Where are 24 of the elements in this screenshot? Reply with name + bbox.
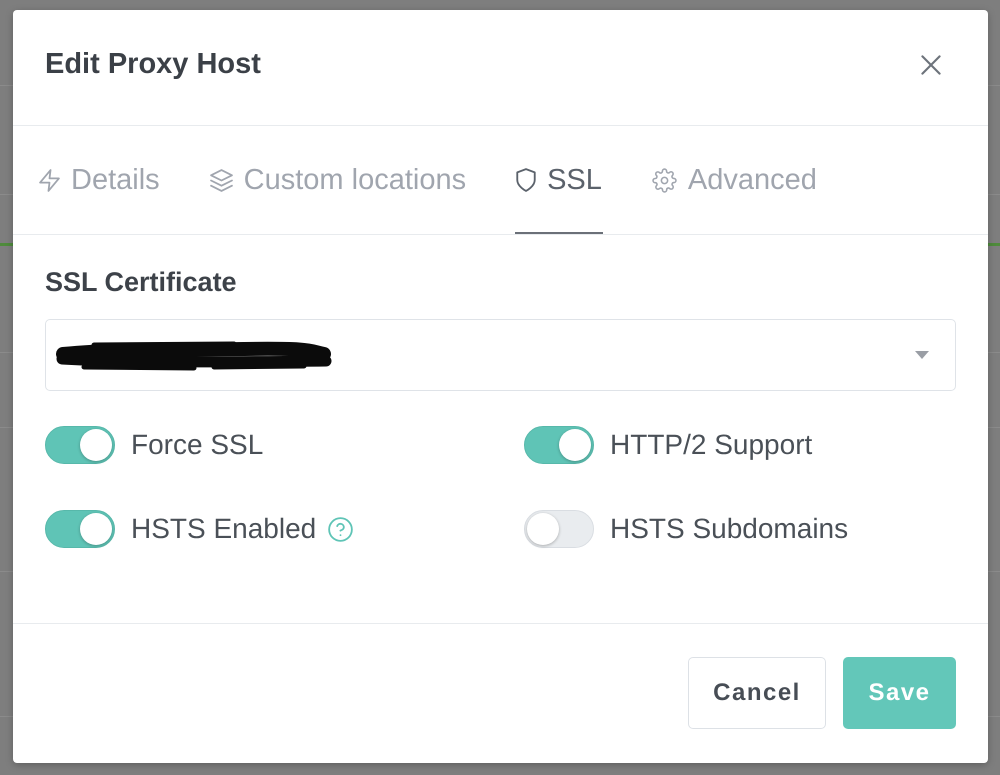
layers-icon bbox=[210, 168, 233, 192]
tab[interactable]: Details bbox=[38, 126, 161, 234]
toggle-switch[interactable] bbox=[45, 510, 115, 548]
gear-icon bbox=[652, 168, 677, 192]
option-label: HTTP/2 Support bbox=[610, 429, 812, 462]
lightning-icon bbox=[39, 168, 60, 192]
option-label: Force SSL bbox=[131, 429, 264, 462]
tab[interactable]: Advanced bbox=[650, 126, 818, 234]
toggle-switch[interactable] bbox=[45, 426, 115, 464]
cancel-button[interactable]: Cancel bbox=[688, 657, 826, 729]
toggle-switch[interactable] bbox=[524, 426, 594, 464]
shield-icon bbox=[516, 168, 536, 192]
close-icon bbox=[921, 54, 941, 74]
field-label: SSL Certificate bbox=[45, 266, 237, 298]
save-button[interactable]: Save bbox=[843, 657, 956, 729]
dialog-title: Edit Proxy Host bbox=[45, 48, 261, 81]
tab[interactable]: SSL bbox=[515, 126, 603, 234]
help-icon[interactable] bbox=[328, 516, 354, 542]
tab[interactable]: Custom locations bbox=[208, 126, 468, 234]
caret-icon bbox=[915, 351, 929, 360]
option-label: HSTS Subdomains bbox=[610, 513, 848, 546]
close-button[interactable] bbox=[921, 54, 941, 74]
certificate-select[interactable] bbox=[45, 319, 956, 392]
option-label: HSTS Enabled bbox=[131, 513, 316, 546]
